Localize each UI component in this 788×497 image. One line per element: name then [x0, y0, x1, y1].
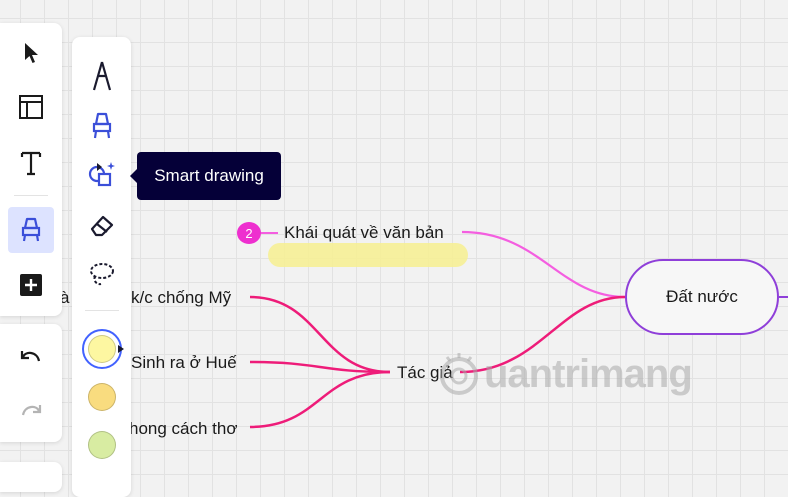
- lasso-option-button[interactable]: [79, 253, 125, 295]
- redo-button[interactable]: [8, 388, 54, 434]
- redo-icon: [21, 405, 42, 416]
- mindmap-node-khai-quat[interactable]: Khái quát về văn bản: [284, 223, 444, 243]
- more-tools-button[interactable]: [8, 262, 54, 308]
- smart-drawing-icon: [88, 162, 115, 187]
- color-swatch-1[interactable]: [82, 329, 122, 369]
- plus-square-icon: [20, 274, 42, 296]
- undo-button[interactable]: [8, 334, 54, 380]
- highlighter-icon: [92, 112, 112, 139]
- mindmap-leaf-phong-cach-tho[interactable]: hong cách thơ: [129, 419, 238, 439]
- watermark: uantrimang: [436, 346, 693, 402]
- bottom-toolbar: [0, 462, 62, 492]
- pen-icon: [21, 217, 41, 242]
- watermark-text: uantrimang: [484, 351, 693, 396]
- mindmap-leaf-sinh-ra-o-hue[interactable]: Sinh ra ở Huế: [131, 353, 237, 373]
- smart-drawing-button[interactable]: [79, 153, 125, 195]
- swatch-fill: [88, 431, 116, 459]
- eraser-icon: [90, 215, 114, 237]
- history-toolbar: [0, 324, 62, 442]
- main-toolbar: [0, 23, 62, 316]
- templates-tool-button[interactable]: [8, 84, 54, 130]
- undo-icon: [20, 351, 41, 362]
- color-swatch-3[interactable]: [82, 425, 122, 465]
- branch-count-badge[interactable]: 2: [237, 222, 261, 244]
- watermark-logo-icon: [440, 353, 478, 395]
- pen-tool-button[interactable]: [8, 207, 54, 253]
- smart-drawing-tooltip: Smart drawing: [130, 152, 281, 200]
- select-tool-button[interactable]: [8, 30, 54, 76]
- fine-pen-icon: [92, 61, 112, 91]
- highlighter-option-button[interactable]: [79, 105, 125, 147]
- mindmap-root-node[interactable]: Đất nước: [625, 259, 779, 335]
- text-icon: [20, 151, 42, 176]
- pen-option-button[interactable]: [79, 55, 125, 97]
- lasso-icon: [90, 263, 114, 286]
- tooltip-text: Smart drawing: [154, 166, 264, 185]
- root-label: Đất nước: [666, 287, 738, 306]
- swatch-fill: [88, 383, 116, 411]
- layout-icon: [19, 95, 43, 119]
- text-tool-button[interactable]: [8, 140, 54, 186]
- color-swatch-2[interactable]: [82, 377, 122, 417]
- swatch-fill: [88, 335, 116, 363]
- cursor-icon: [25, 43, 38, 63]
- mindmap-leaf-kc-chong-my[interactable]: k/c chống Mỹ: [131, 288, 231, 308]
- selected-caret-icon: [118, 345, 124, 353]
- highlighter-stroke: [268, 243, 468, 267]
- eraser-option-button[interactable]: [79, 205, 125, 247]
- pen-options-panel: [72, 37, 131, 497]
